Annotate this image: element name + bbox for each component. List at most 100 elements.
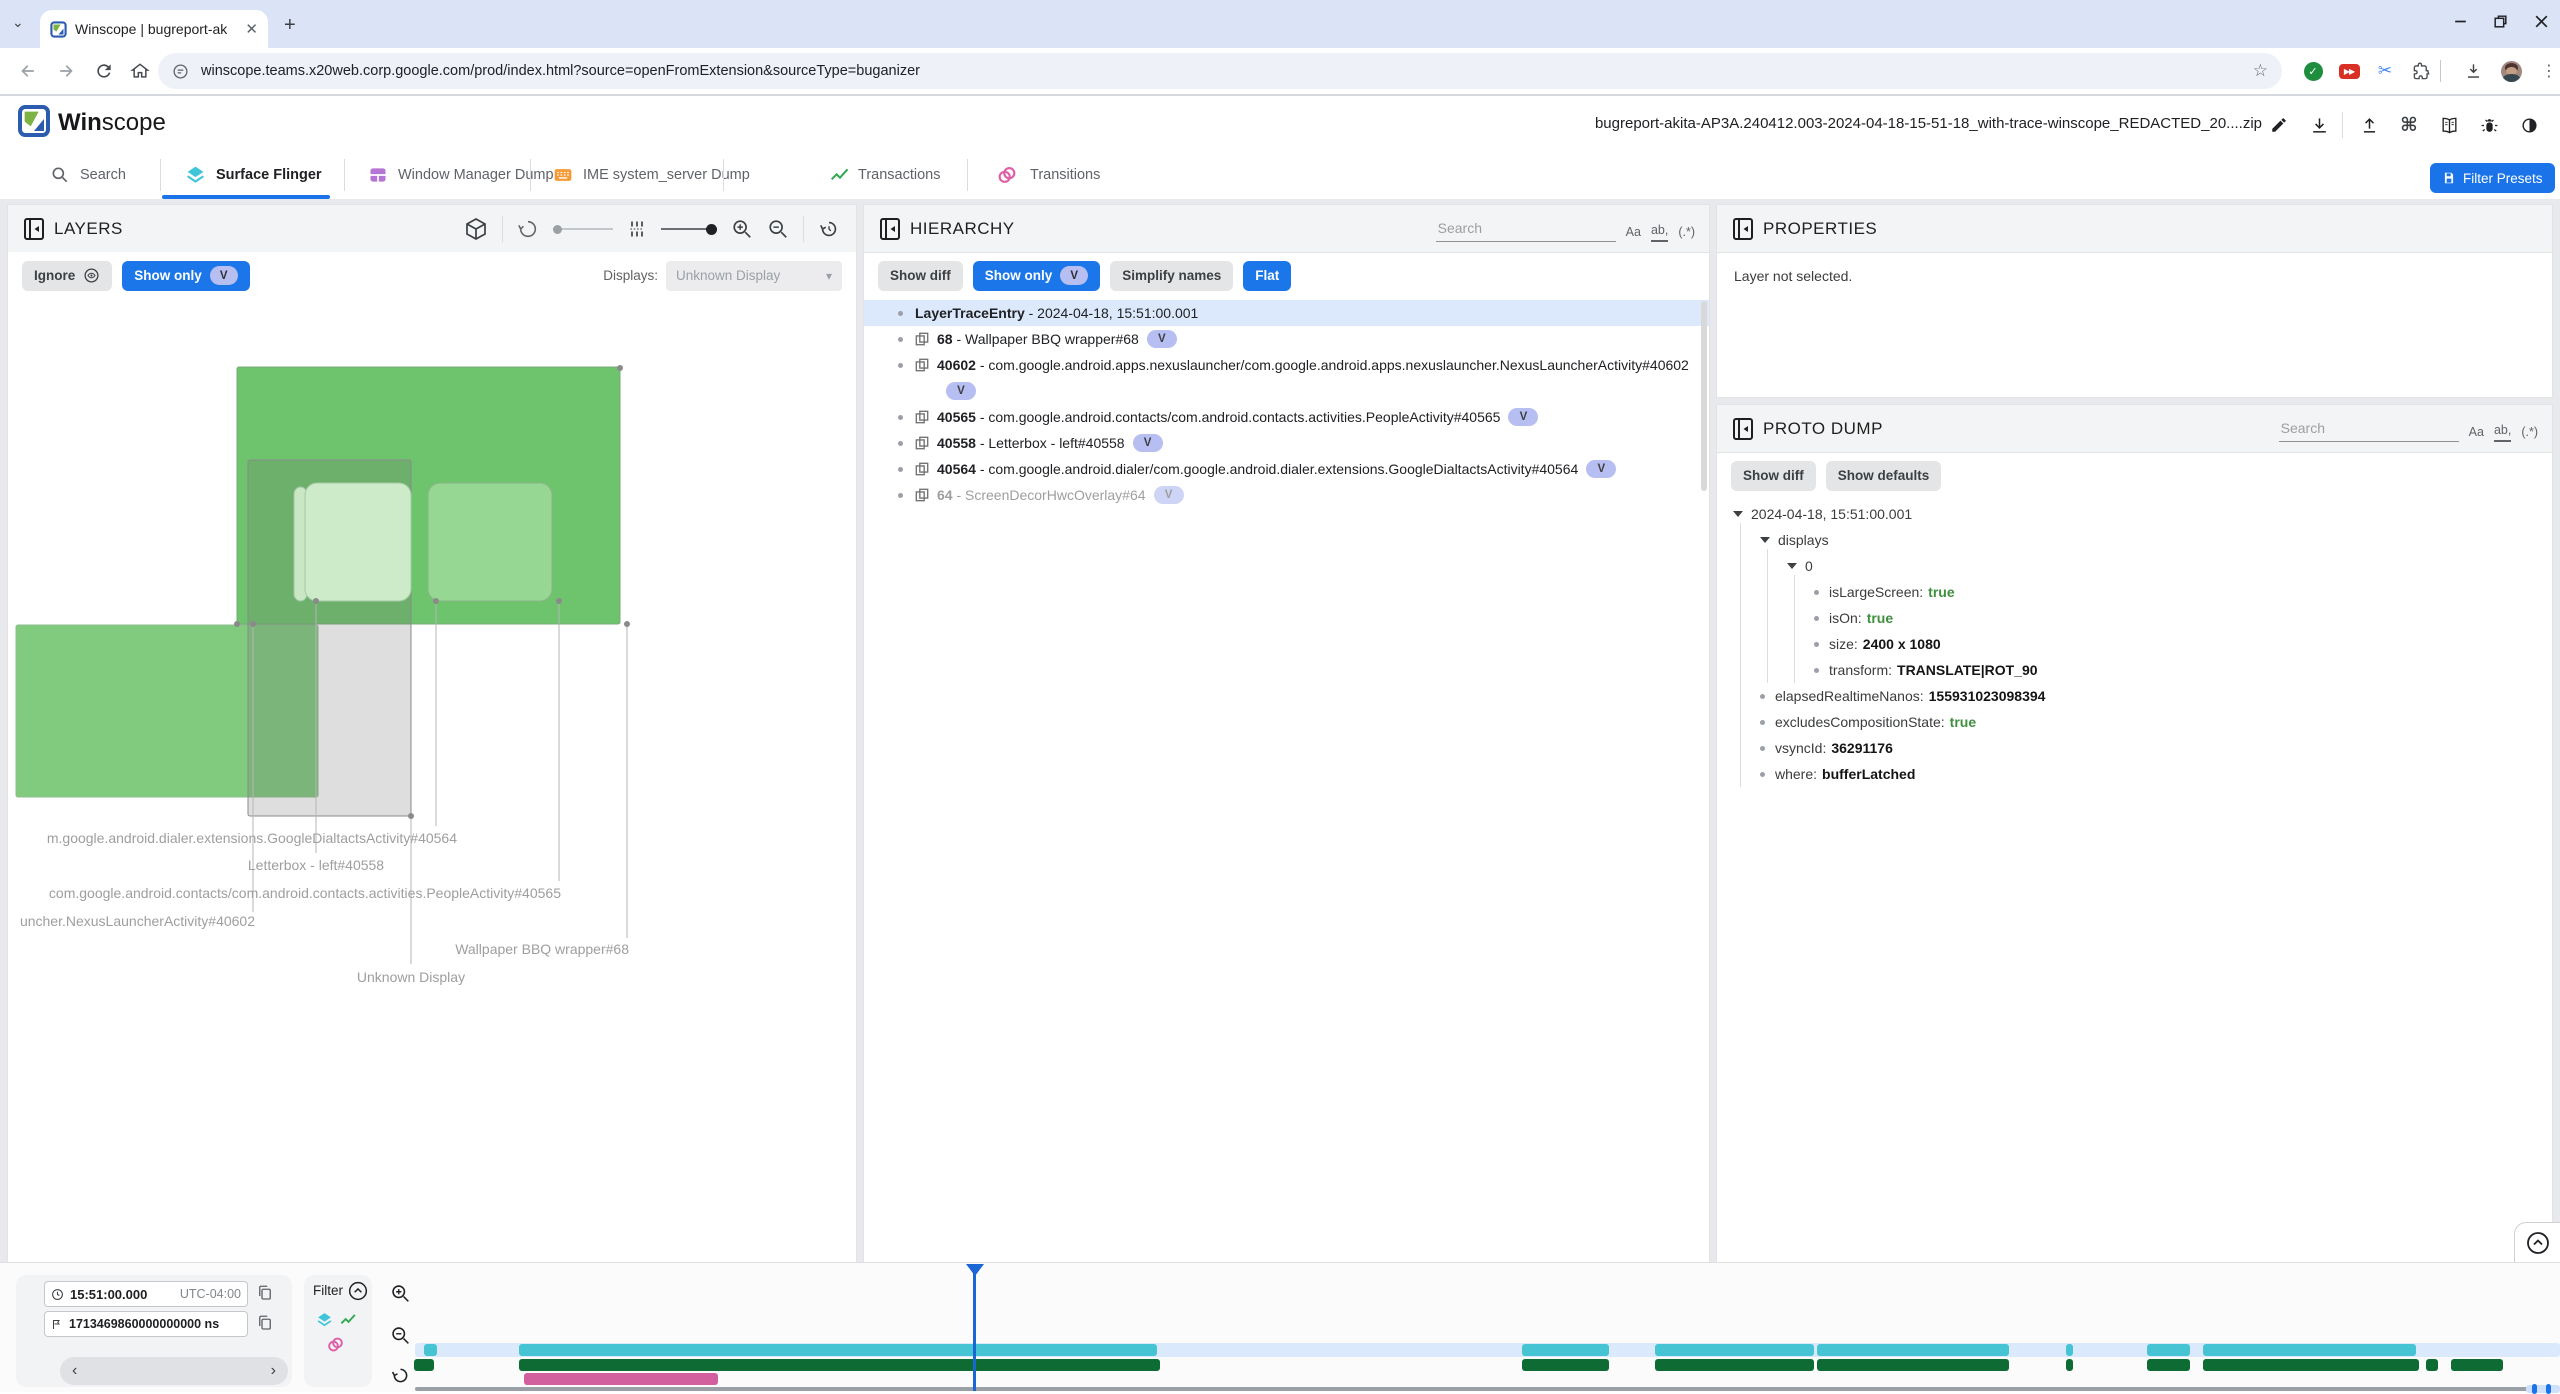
transactions-track-segment[interactable]	[1522, 1359, 1609, 1371]
expanded-arrow-icon[interactable]	[1760, 537, 1770, 543]
transactions-track-segment[interactable]	[2426, 1359, 2438, 1371]
panel-collapse-icon[interactable]	[1733, 418, 1753, 440]
reset-view-icon[interactable]	[818, 218, 840, 240]
site-settings-icon[interactable]	[172, 63, 189, 80]
proto-node-2024-04-18-15-51-00-001[interactable]: 2024-04-18, 15:51:00.001	[1717, 501, 2552, 527]
documentation-icon[interactable]	[2436, 112, 2462, 138]
match-case-toggle[interactable]: Aa	[2469, 425, 2484, 442]
surface-flinger-track-segment[interactable]	[1817, 1344, 2009, 1356]
extension-scissors-icon[interactable]: ✂	[2370, 56, 2400, 86]
surface-flinger-track-segment[interactable]	[2203, 1344, 2416, 1356]
forward-icon[interactable]	[52, 57, 80, 85]
contacts-square[interactable]	[428, 483, 552, 601]
transactions-track-segment[interactable]	[414, 1359, 434, 1371]
layers-rects-canvas[interactable]: m.google.android.dialer.extensions.Googl…	[8, 300, 856, 1262]
surface-flinger-track-segment[interactable]	[1522, 1344, 1609, 1356]
rotation-slider-knob[interactable]	[553, 225, 562, 234]
upload-icon[interactable]	[2356, 112, 2382, 138]
scrollbar-handle-bar[interactable]	[2532, 1384, 2537, 1394]
hierarchy-root-row[interactable]: LayerTraceEntry - 2024-04-18, 15:51:00.0…	[864, 300, 1709, 326]
filter-presets-button[interactable]: Filter Presets	[2430, 163, 2555, 193]
tab-close-icon[interactable]: ✕	[245, 20, 258, 38]
extension-check-icon[interactable]: ✓	[2298, 56, 2328, 86]
back-icon[interactable]	[14, 57, 42, 85]
transactions-track-segment[interactable]	[2451, 1359, 2503, 1371]
hierarchy-scrollbar[interactable]	[1701, 301, 1707, 491]
surface-flinger-track-segment[interactable]	[1655, 1344, 1814, 1356]
3d-view-icon[interactable]	[464, 217, 488, 241]
timeline-cursor-head[interactable]	[966, 1264, 984, 1276]
hierarchy-show-only-toggle[interactable]: Show only V	[973, 261, 1101, 291]
window-close-button[interactable]	[2533, 13, 2550, 30]
collapse-timeline-icon[interactable]	[2526, 1231, 2550, 1255]
transactions-track-segment[interactable]	[1817, 1359, 2009, 1371]
download-trace-icon[interactable]	[2306, 112, 2332, 138]
scrollbar-handle-bar[interactable]	[2546, 1384, 2551, 1394]
match-case-toggle[interactable]: Aa	[1626, 225, 1641, 242]
show-defaults-toggle[interactable]: Show defaults	[1826, 461, 1942, 491]
panel-collapse-icon[interactable]	[24, 218, 44, 240]
extension-video-icon[interactable]: ▶▶	[2334, 56, 2364, 86]
displays-dropdown[interactable]: Unknown Display ▾	[666, 261, 842, 291]
proto-search-input[interactable]	[2279, 415, 2459, 442]
tab-search[interactable]: Search	[80, 167, 126, 183]
dialer-square[interactable]	[305, 483, 411, 601]
home-icon[interactable]	[126, 57, 154, 85]
zoom-in-icon[interactable]	[731, 218, 753, 240]
timeline-tracks[interactable]	[0, 1263, 2560, 1393]
match-word-toggle[interactable]: ab,	[1651, 223, 1668, 242]
new-tab-button[interactable]: +	[284, 14, 296, 37]
zoom-out-icon[interactable]	[767, 218, 789, 240]
layer-row-40564[interactable]: 40564 - com.google.android.dialer/com.go…	[864, 456, 1709, 482]
panel-collapse-icon[interactable]	[880, 218, 900, 240]
layer-row-40565[interactable]: 40565 - com.google.android.contacts/com.…	[864, 404, 1709, 430]
proto-show-diff-toggle[interactable]: Show diff	[1731, 461, 1816, 491]
hierarchy-show-diff-toggle[interactable]: Show diff	[878, 261, 963, 291]
spacing-slider-knob[interactable]	[706, 224, 717, 235]
tab-search-icon[interactable]: ⌄	[12, 14, 24, 31]
hierarchy-search-input[interactable]	[1436, 215, 1616, 242]
bookmark-star-icon[interactable]: ☆	[2253, 61, 2268, 81]
layer-row-68[interactable]: 68 - Wallpaper BBQ wrapper#68V	[864, 326, 1709, 352]
downloads-icon[interactable]	[2458, 56, 2488, 86]
edit-trace-icon[interactable]	[2266, 112, 2292, 138]
surface-flinger-track-segment[interactable]	[519, 1344, 1157, 1356]
match-word-toggle[interactable]: ab,	[2494, 423, 2511, 442]
timeline-scrollbar[interactable]	[415, 1387, 2560, 1391]
expanded-arrow-icon[interactable]	[1733, 511, 1743, 517]
dark-mode-toggle-icon[interactable]	[2516, 112, 2542, 138]
ignore-toggle[interactable]: Ignore	[22, 261, 112, 291]
tab-surface-flinger[interactable]: Surface Flinger	[216, 167, 322, 183]
transactions-track-segment[interactable]	[519, 1359, 1160, 1371]
tab-ime-system-server-dump[interactable]: IME system_server Dump	[583, 167, 750, 183]
regex-toggle[interactable]: (.*)	[2521, 425, 2538, 442]
surface-flinger-track-segment[interactable]	[424, 1344, 437, 1356]
expanded-arrow-icon[interactable]	[1787, 563, 1797, 569]
surface-flinger-track-segment[interactable]	[2066, 1344, 2073, 1356]
window-restore-button[interactable]	[2492, 13, 2509, 30]
surface-flinger-track-segment[interactable]	[2147, 1344, 2190, 1356]
layer-row-40602[interactable]: 40602 - com.google.android.apps.nexuslau…	[864, 352, 1709, 378]
tab-transitions[interactable]: Transitions	[1030, 167, 1100, 183]
url-text[interactable]: winscope.teams.x20web.corp.google.com/pr…	[201, 63, 2253, 79]
transactions-track-segment[interactable]	[2066, 1359, 2073, 1371]
flat-toggle[interactable]: Flat	[1243, 261, 1291, 291]
tab-transactions[interactable]: Transactions	[858, 167, 940, 183]
rotation-slider[interactable]	[553, 222, 613, 236]
report-bug-icon[interactable]	[2476, 112, 2502, 138]
simplify-names-toggle[interactable]: Simplify names	[1110, 261, 1233, 291]
proto-node-0[interactable]: 0	[1717, 553, 2552, 579]
layers-show-only-toggle[interactable]: Show only V	[122, 261, 250, 291]
browser-menu-kebab-icon[interactable]: ⋮	[2534, 56, 2560, 86]
layer-row-64[interactable]: 64 - ScreenDecorHwcOverlay#64V	[864, 482, 1709, 508]
transactions-track-segment[interactable]	[2147, 1359, 2190, 1371]
shortcuts-icon[interactable]: ⌘	[2396, 112, 2422, 138]
spacing-slider[interactable]	[661, 222, 717, 236]
layer-row-40558[interactable]: 40558 - Letterbox - left#40558V	[864, 430, 1709, 456]
transactions-track-segment[interactable]	[2203, 1359, 2419, 1371]
browser-tab[interactable]: Winscope | bugreport-ak ✕	[40, 10, 268, 48]
address-bar[interactable]: winscope.teams.x20web.corp.google.com/pr…	[158, 53, 2282, 89]
timeline-cursor[interactable]	[973, 1264, 976, 1391]
extensions-puzzle-icon[interactable]	[2406, 56, 2436, 86]
transitions-track-segment[interactable]	[524, 1373, 718, 1385]
